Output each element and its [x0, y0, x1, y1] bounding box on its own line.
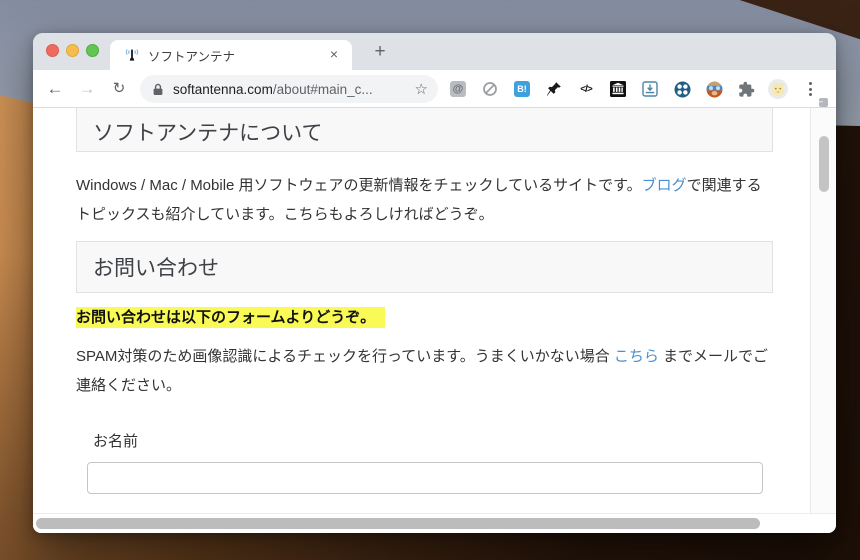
downloader-extension-icon[interactable]	[636, 75, 664, 103]
blog-link[interactable]: ブログ	[642, 177, 687, 194]
spam-paragraph: SPAM対策のため画像認識によるチェックを行っています。うまくいかない場合 こち…	[76, 343, 773, 400]
address-bar[interactable]: softantenna.com/about#main_c... ☆	[140, 75, 438, 103]
forward-button[interactable]: →	[75, 77, 99, 101]
code-viewer-extension-icon[interactable]: </>	[572, 75, 600, 103]
pushpin-extension-icon[interactable]	[540, 75, 568, 103]
contact-mail-link[interactable]: こちら	[614, 348, 659, 365]
horizontal-scrollbar[interactable]	[33, 513, 836, 533]
url-text: softantenna.com/about#main_c...	[173, 82, 415, 97]
minimize-window-button[interactable]	[66, 44, 79, 57]
url-domain: softantenna.com	[173, 81, 273, 97]
browser-window: ソフトアンテナ × + ← → ↻ softantenna.com/about#…	[33, 33, 836, 533]
url-path: /about#main_c...	[272, 81, 373, 97]
about-text-1: Windows / Mac / Mobile 用ソフトウェアの更新情報をチェック…	[76, 177, 642, 194]
contact-section-heading: お問い合わせ	[76, 241, 773, 293]
reload-button[interactable]: ↻	[107, 77, 131, 101]
contact-highlight-line: お問い合わせは以下のフォームよりどうぞ。	[76, 307, 773, 329]
horizontal-scrollbar-thumb[interactable]	[36, 518, 760, 529]
lock-icon	[152, 83, 164, 96]
extensions-row: @ B! – </>	[444, 75, 828, 107]
mail-news-extension-icon[interactable]: @	[444, 75, 472, 103]
clover-circle-extension-icon[interactable]	[668, 75, 696, 103]
profile-avatar[interactable]	[764, 75, 792, 103]
zoom-window-button[interactable]	[86, 44, 99, 57]
tab-close-icon[interactable]: ×	[326, 47, 342, 63]
navigation-toolbar: ← → ↻ softantenna.com/about#main_c... ☆ …	[33, 70, 836, 108]
wayback-machine-extension-icon[interactable]	[604, 75, 632, 103]
new-tab-button[interactable]: +	[367, 39, 393, 65]
close-window-button[interactable]	[46, 44, 59, 57]
page-viewport: ソフトアンテナについて Windows / Mac / Mobile 用ソフトウ…	[33, 108, 836, 513]
name-field-label: お名前	[93, 433, 139, 450]
bookmark-star-icon[interactable]: ☆	[415, 80, 428, 98]
content-blocker-extension-icon[interactable]	[476, 75, 504, 103]
about-section-heading: ソフトアンテナについて	[76, 108, 773, 152]
contact-highlight-text: お問い合わせは以下のフォームよりどうぞ。	[76, 307, 386, 328]
page-body: ソフトアンテナについて Windows / Mac / Mobile 用ソフトウ…	[76, 108, 773, 494]
extensions-puzzle-icon[interactable]	[732, 75, 760, 103]
tab-strip: ソフトアンテナ × +	[33, 33, 836, 70]
hatena-bookmark-extension-icon[interactable]: B! –	[508, 75, 828, 107]
about-paragraph: Windows / Mac / Mobile 用ソフトウェアの更新情報をチェック…	[76, 172, 773, 229]
browser-tab[interactable]: ソフトアンテナ ×	[110, 40, 352, 70]
spam-text-1: SPAM対策のため画像認識によるチェックを行っています。うまくいかない場合	[76, 348, 614, 365]
aviator-face-extension-icon[interactable]	[700, 75, 728, 103]
tab-title: ソフトアンテナ	[148, 49, 236, 64]
vertical-scrollbar[interactable]	[810, 108, 836, 513]
desktop-wallpaper: ソフトアンテナ × + ← → ↻ softantenna.com/about#…	[0, 0, 860, 560]
traffic-lights	[46, 44, 99, 57]
antenna-favicon-icon	[124, 47, 140, 63]
back-button[interactable]: ←	[43, 77, 67, 101]
name-input[interactable]	[87, 462, 763, 494]
vertical-scrollbar-thumb[interactable]	[819, 136, 829, 192]
